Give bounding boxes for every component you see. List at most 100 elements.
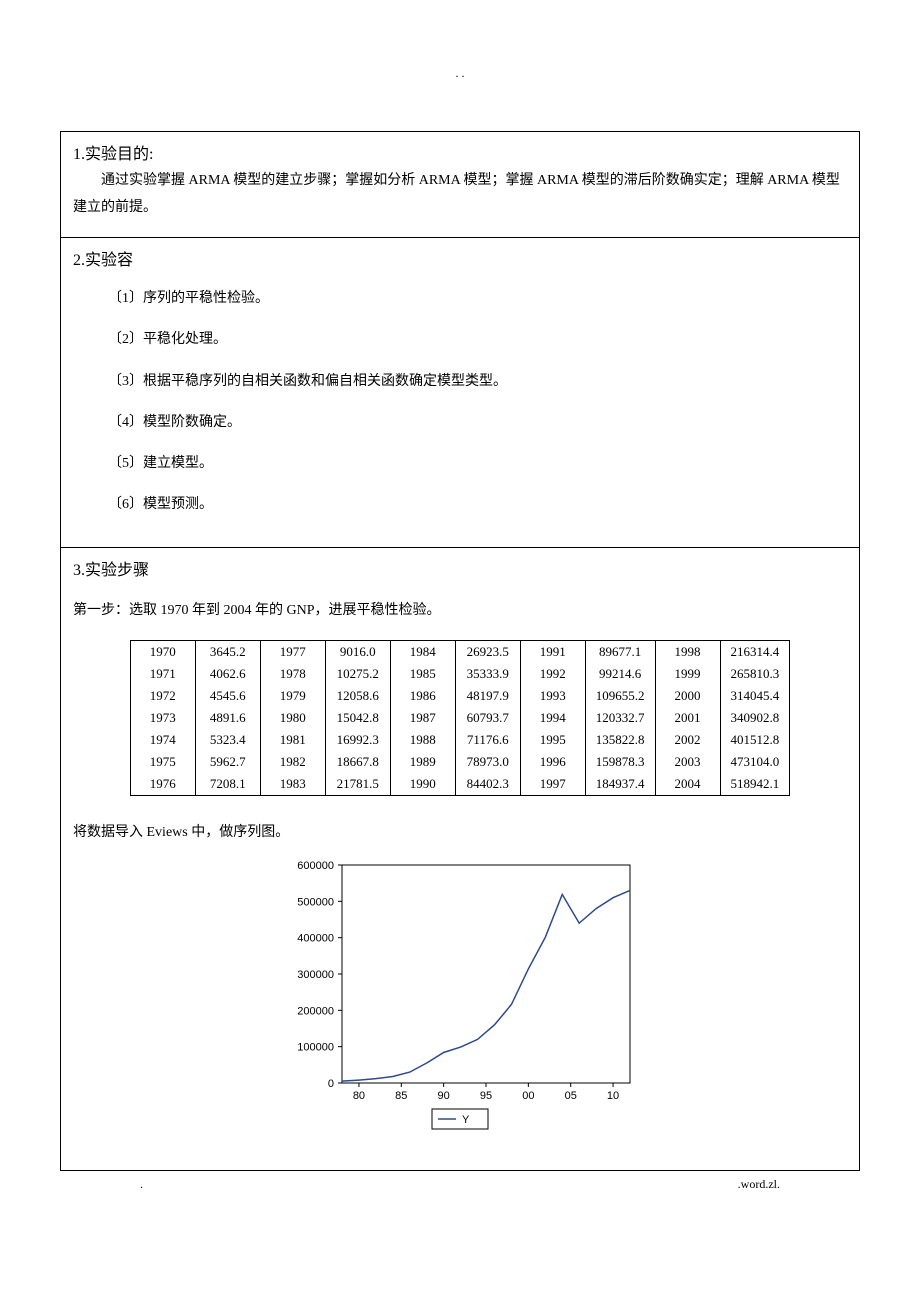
table-row: 19755962.7198218667.8198978973.019961598… bbox=[130, 751, 790, 773]
content-item-1: 〔1〕序列的平稳性检验。 bbox=[108, 286, 847, 311]
table-cell: 18667.8 bbox=[325, 751, 390, 773]
table-cell: 60793.7 bbox=[455, 707, 520, 729]
content-item-5: 〔5〕建立模型。 bbox=[108, 451, 847, 476]
svg-text:500000: 500000 bbox=[297, 896, 334, 908]
svg-text:90: 90 bbox=[438, 1090, 450, 1102]
svg-text:200000: 200000 bbox=[297, 1005, 334, 1017]
table-cell: 1984 bbox=[390, 640, 455, 663]
table-cell: 99214.6 bbox=[585, 663, 655, 685]
table-cell: 26923.5 bbox=[455, 640, 520, 663]
step-1: 第一步：选取 1970 年到 2004 年的 GNP，进展平稳性检验。 bbox=[73, 598, 847, 623]
table-cell: 1975 bbox=[130, 751, 195, 773]
table-cell: 184937.4 bbox=[585, 773, 655, 796]
table-cell: 1976 bbox=[130, 773, 195, 796]
table-cell: 1993 bbox=[520, 685, 585, 707]
svg-text:95: 95 bbox=[480, 1090, 492, 1102]
chart-container: 0100000200000300000400000500000600000808… bbox=[73, 853, 847, 1148]
table-cell: 21781.5 bbox=[325, 773, 390, 796]
table-cell: 1991 bbox=[520, 640, 585, 663]
svg-text:00: 00 bbox=[522, 1090, 534, 1102]
table-cell: 1982 bbox=[260, 751, 325, 773]
table-cell: 15042.8 bbox=[325, 707, 390, 729]
table-cell: 1987 bbox=[390, 707, 455, 729]
table-cell: 1992 bbox=[520, 663, 585, 685]
content-item-6: 〔6〕模型预测。 bbox=[108, 492, 847, 517]
table-cell: 340902.8 bbox=[720, 707, 790, 729]
table-cell: 5323.4 bbox=[195, 729, 260, 751]
table-cell: 1996 bbox=[520, 751, 585, 773]
table-cell: 1998 bbox=[655, 640, 720, 663]
table-cell: 135822.8 bbox=[585, 729, 655, 751]
svg-text:100000: 100000 bbox=[297, 1041, 334, 1053]
table-cell: 518942.1 bbox=[720, 773, 790, 796]
table-cell: 78973.0 bbox=[455, 751, 520, 773]
svg-text:600000: 600000 bbox=[297, 860, 334, 872]
heading-content: 2.实验容 bbox=[73, 246, 847, 270]
table-cell: 7208.1 bbox=[195, 773, 260, 796]
table-cell: 5962.7 bbox=[195, 751, 260, 773]
page-footer: . .word.zl. bbox=[60, 1171, 860, 1192]
purpose-text: 通过实验掌握 ARMA 模型的建立步骤；掌握如分析 ARMA 模型；掌握 ARM… bbox=[73, 168, 847, 221]
table-cell: 4062.6 bbox=[195, 663, 260, 685]
section-purpose: 1.实验目的: 通过实验掌握 ARMA 模型的建立步骤；掌握如分析 ARMA 模… bbox=[61, 132, 859, 238]
svg-text:0: 0 bbox=[328, 1078, 334, 1090]
table-cell: 9016.0 bbox=[325, 640, 390, 663]
table-cell: 159878.3 bbox=[585, 751, 655, 773]
table-cell: 216314.4 bbox=[720, 640, 790, 663]
document-box: 1.实验目的: 通过实验掌握 ARMA 模型的建立步骤；掌握如分析 ARMA 模… bbox=[60, 131, 860, 1171]
table-cell: 48197.9 bbox=[455, 685, 520, 707]
table-cell: 4891.6 bbox=[195, 707, 260, 729]
footer-left: . bbox=[140, 1177, 143, 1192]
table-cell: 1971 bbox=[130, 663, 195, 685]
table-cell: 1997 bbox=[520, 773, 585, 796]
table-cell: 1978 bbox=[260, 663, 325, 685]
table-cell: 2003 bbox=[655, 751, 720, 773]
table-cell: 4545.6 bbox=[195, 685, 260, 707]
table-cell: 1977 bbox=[260, 640, 325, 663]
table-cell: 16992.3 bbox=[325, 729, 390, 751]
svg-text:Y: Y bbox=[462, 1114, 470, 1126]
table-cell: 1980 bbox=[260, 707, 325, 729]
gnp-table: 19703645.219779016.0198426923.5199189677… bbox=[130, 640, 791, 796]
table-cell: 1988 bbox=[390, 729, 455, 751]
content-item-4: 〔4〕模型阶数确定。 bbox=[108, 410, 847, 435]
table-cell: 2002 bbox=[655, 729, 720, 751]
table-cell: 314045.4 bbox=[720, 685, 790, 707]
svg-text:05: 05 bbox=[565, 1090, 577, 1102]
chart-note: 将数据导入 Eviews 中，做序列图。 bbox=[73, 820, 847, 845]
svg-text:10: 10 bbox=[607, 1090, 619, 1102]
table-cell: 1995 bbox=[520, 729, 585, 751]
table-cell: 2001 bbox=[655, 707, 720, 729]
table-cell: 1970 bbox=[130, 640, 195, 663]
table-cell: 71176.6 bbox=[455, 729, 520, 751]
heading-steps: 3.实验步骤 bbox=[73, 556, 847, 580]
content-item-2: 〔2〕平稳化处理。 bbox=[108, 327, 847, 352]
table-row: 19734891.6198015042.8198760793.719941203… bbox=[130, 707, 790, 729]
table-cell: 1999 bbox=[655, 663, 720, 685]
table-cell: 2004 bbox=[655, 773, 720, 796]
svg-text:85: 85 bbox=[395, 1090, 407, 1102]
table-row: 19767208.1198321781.5199084402.319971849… bbox=[130, 773, 790, 796]
section-content: 2.实验容 〔1〕序列的平稳性检验。 〔2〕平稳化处理。 〔3〕根据平稳序列的自… bbox=[61, 238, 859, 548]
table-cell: 109655.2 bbox=[585, 685, 655, 707]
table-cell: 1985 bbox=[390, 663, 455, 685]
table-cell: 1974 bbox=[130, 729, 195, 751]
line-chart: 0100000200000300000400000500000600000808… bbox=[280, 853, 640, 1143]
content-item-3: 〔3〕根据平稳序列的自相关函数和偏自相关函数确定模型类型。 bbox=[108, 369, 847, 394]
table-row: 19714062.6197810275.2198535333.919929921… bbox=[130, 663, 790, 685]
table-cell: 35333.9 bbox=[455, 663, 520, 685]
table-cell: 1979 bbox=[260, 685, 325, 707]
table-row: 19703645.219779016.0198426923.5199189677… bbox=[130, 640, 790, 663]
table-cell: 120332.7 bbox=[585, 707, 655, 729]
table-row: 19745323.4198116992.3198871176.619951358… bbox=[130, 729, 790, 751]
section-steps: 3.实验步骤 第一步：选取 1970 年到 2004 年的 GNP，进展平稳性检… bbox=[61, 548, 859, 1169]
table-cell: 1989 bbox=[390, 751, 455, 773]
table-cell: 265810.3 bbox=[720, 663, 790, 685]
heading-purpose: 1.实验目的: bbox=[73, 140, 847, 164]
table-cell: 1983 bbox=[260, 773, 325, 796]
table-cell: 3645.2 bbox=[195, 640, 260, 663]
table-cell: 12058.6 bbox=[325, 685, 390, 707]
svg-text:400000: 400000 bbox=[297, 932, 334, 944]
table-cell: 1990 bbox=[390, 773, 455, 796]
svg-text:300000: 300000 bbox=[297, 969, 334, 981]
